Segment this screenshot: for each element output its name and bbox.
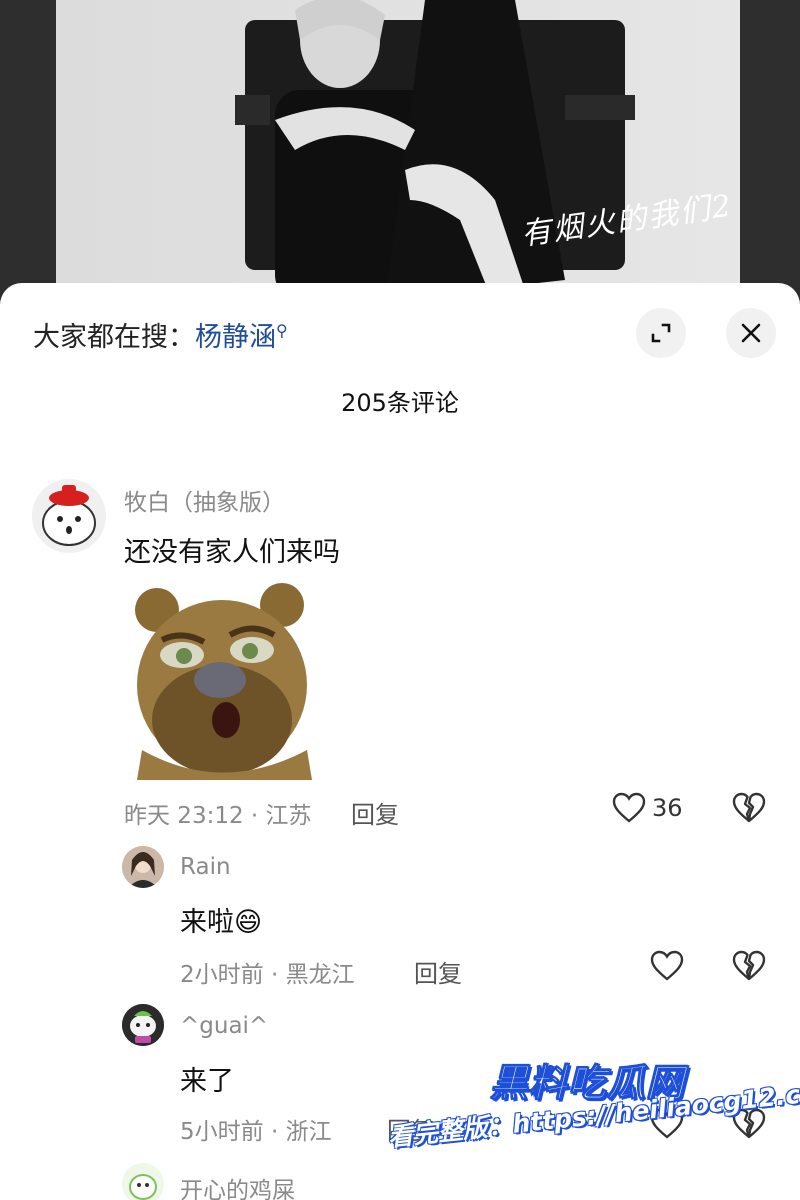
avatar[interactable] — [122, 846, 164, 888]
comment-author[interactable]: 开心的鸡屎 — [180, 1171, 295, 1200]
avatar[interactable] — [122, 1004, 164, 1046]
heart-icon — [612, 792, 646, 823]
cartoon-bear-sticker — [135, 583, 312, 780]
photo-avatar — [122, 846, 164, 888]
close-icon — [741, 323, 761, 343]
trending-search-term[interactable]: 杨静涵 — [195, 322, 276, 353]
like-count: 36 — [652, 794, 683, 822]
comment-meta: 5小时前 · 浙江 — [180, 1119, 332, 1145]
comment-text: 还没有家人们来吗 — [124, 537, 340, 568]
chair-photo-illustration — [235, 0, 635, 300]
broken-heart-icon — [732, 950, 766, 981]
heart-icon — [650, 950, 684, 981]
comment-text: 来了 — [180, 1066, 234, 1097]
like-button[interactable] — [650, 950, 684, 982]
expand-icon — [651, 323, 671, 343]
comment-meta: 昨天 23:12 · 江苏 — [124, 803, 312, 829]
comment-count: 205条评论 — [341, 389, 459, 417]
comment-sticker[interactable] — [122, 580, 322, 780]
trending-search[interactable]: 大家都在搜：杨静涵⚲ — [33, 315, 288, 354]
expand-button[interactable] — [636, 308, 686, 358]
reply-button[interactable]: 回复 — [351, 795, 399, 830]
video-cover-photo[interactable]: 有烟火的我们2 — [0, 0, 800, 300]
dislike-button[interactable] — [732, 950, 766, 986]
avatar[interactable] — [32, 479, 106, 553]
reply-button[interactable]: 回复 — [414, 954, 462, 989]
comment-author[interactable]: 牧白（抽象版） — [124, 483, 285, 517]
broken-heart-icon — [732, 792, 766, 823]
dislike-button[interactable] — [732, 792, 766, 828]
trending-search-prefix: 大家都在搜： — [33, 322, 195, 353]
comment-text-body: 来啦 — [180, 907, 234, 938]
cartoon-face-red-cap-icon — [42, 485, 96, 546]
comment-author[interactable]: Rain — [180, 854, 231, 880]
avatar[interactable] — [122, 1163, 164, 1200]
cartoon-avatar — [122, 1004, 164, 1046]
like-button[interactable]: 36 — [612, 792, 683, 824]
comment-author[interactable]: ^guai^ — [180, 1013, 268, 1039]
search-icon: ⚲ — [276, 321, 288, 340]
close-button[interactable] — [726, 308, 776, 358]
comment-text: 来啦😄 — [180, 900, 262, 939]
cartoon-avatar-green — [122, 1163, 164, 1200]
comment-meta: 2小时前 · 黑龙江 — [180, 962, 355, 988]
grinning-emoji: 😄 — [234, 907, 263, 938]
